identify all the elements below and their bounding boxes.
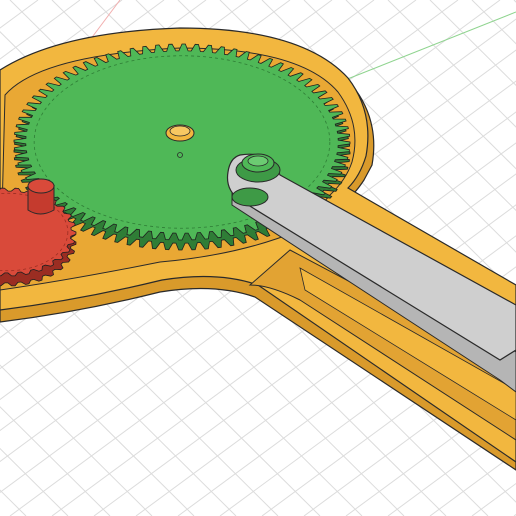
- 3d-viewport[interactable]: [0, 0, 516, 516]
- arm-pivot-pin-top: [247, 155, 269, 167]
- y-axis-line: [344, 11, 516, 81]
- arm-lower-pin: [231, 187, 269, 207]
- center-pin-top: [169, 125, 191, 137]
- small-gear-pin-top: [27, 178, 55, 194]
- viewport-canvas[interactable]: [0, 0, 516, 516]
